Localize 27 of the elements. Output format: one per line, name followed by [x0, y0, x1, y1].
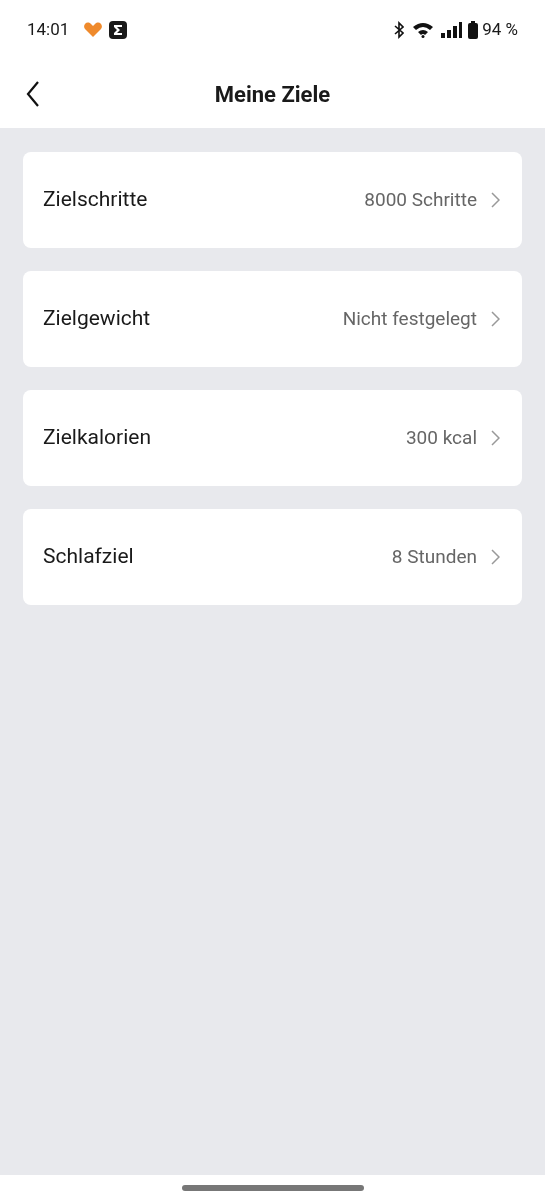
goal-label: Zielkalorien: [43, 424, 152, 452]
battery-icon: [468, 21, 479, 39]
wifi-icon: [412, 22, 435, 38]
goal-label: Zielgewicht: [43, 305, 151, 333]
bluetooth-icon: [394, 21, 405, 39]
goal-value: 300 kcal: [405, 424, 477, 451]
goal-label: Schlafziel: [43, 543, 134, 571]
goal-row[interactable]: Zielgewicht Nicht festgelegt: [23, 271, 522, 367]
goal-row[interactable]: Schlafziel 8 Stunden: [23, 509, 522, 605]
chevron-right-icon: [491, 192, 500, 208]
battery-percentage: 94 %: [482, 18, 518, 42]
sigma-app-icon: [109, 21, 128, 39]
status-time: 14:01: [27, 18, 70, 42]
goal-row[interactable]: Zielschritte 8000 Schritte: [23, 152, 522, 248]
page-title: Meine Ziele: [214, 80, 331, 109]
goal-value: 8000 Schritte: [364, 186, 477, 213]
chevron-right-icon: [491, 311, 500, 327]
back-icon: [26, 81, 40, 107]
home-indicator[interactable]: [181, 1184, 364, 1191]
chevron-right-icon: [491, 430, 500, 446]
chevron-right-icon: [491, 549, 500, 565]
goal-label: Zielschritte: [43, 186, 148, 214]
signal-icon: [440, 22, 463, 38]
heart-icon: [83, 22, 104, 38]
goal-value: 8 Stunden: [391, 543, 477, 570]
goal-value: Nicht festgelegt: [342, 305, 477, 332]
goal-row[interactable]: Zielkalorien 300 kcal: [23, 390, 522, 486]
